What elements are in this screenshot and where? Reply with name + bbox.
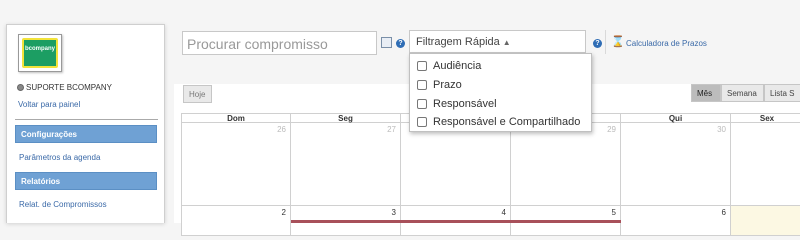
filter-option-label: Audiência [433,60,482,72]
filter-option-label: Responsável e Compartilhado [433,116,581,128]
checkbox[interactable] [417,61,427,71]
company-logo: bcompany [18,34,62,72]
appointments-report-link[interactable]: Relat. de Compromissos [19,200,107,209]
month-view-button[interactable]: Mês [691,84,721,102]
list-view-button[interactable]: Lista S [764,84,800,102]
today-button[interactable]: Hoje [183,85,212,103]
reports-section-header: Relatórios [15,172,157,190]
checkbox[interactable] [417,99,427,109]
filter-option-label: Prazo [433,79,462,91]
calendar-day[interactable]: 29 [511,123,621,206]
user-name: SUPORTE BCOMPANY [26,83,112,92]
filter-option-responsavel[interactable]: Responsável [417,97,497,111]
filter-option-label: Responsável [433,98,497,110]
config-section-header: Configurações [15,125,157,143]
filter-option-responsavel-compartilhado[interactable]: Responsável e Compartilhado [417,115,580,129]
calendar-day[interactable]: 6 [621,206,731,236]
deadline-calculator-link[interactable]: Calculadora de Prazos [626,39,707,48]
day-header: Qui [621,113,731,123]
user-status-icon [17,84,24,91]
calendar-day[interactable] [731,123,800,206]
calendar-day-today[interactable] [731,206,800,236]
checkbox[interactable] [417,117,427,127]
agenda-params-link[interactable]: Parâmetros da agenda [19,153,100,162]
toolbar-separator [605,30,606,54]
back-to-dashboard-link[interactable]: Voltar para painel [18,100,80,109]
hourglass-icon: ⌛ [611,36,625,48]
calendar-day[interactable]: 30 [621,123,731,206]
filter-option-prazo[interactable]: Prazo [417,78,462,92]
user-info: SUPORTE BCOMPANY [17,83,112,92]
caret-up-icon: ▲ [502,38,511,47]
sidebar: bcompany SUPORTE BCOMPANY Voltar para pa… [6,24,165,223]
calendar-day[interactable]: 26 [181,123,291,206]
quick-filter-dropdown: Audiência Prazo Responsável Responsável … [409,53,592,132]
quick-filter-label: Filtragem Rápida [416,36,500,48]
calendar-day[interactable]: 2 [181,206,291,236]
day-header: Dom [181,113,291,123]
filter-option-audiencia[interactable]: Audiência [417,59,481,73]
calendar-picker-icon[interactable] [381,37,392,48]
day-header: Seg [291,113,401,123]
divider [15,119,158,120]
search-input[interactable]: Procurar compromisso [182,31,377,55]
help-icon[interactable]: ? [396,39,405,48]
help-icon[interactable]: ? [593,39,602,48]
calendar-day[interactable] [401,123,511,206]
quick-filter-select[interactable]: Filtragem Rápida ▲ [409,30,586,53]
calendar-event[interactable] [291,220,621,223]
logo-text: bcompany [24,46,55,52]
week-view-button[interactable]: Semana [721,84,764,102]
calendar-day[interactable]: 27 [291,123,401,206]
day-header: Sex [731,113,800,123]
checkbox[interactable] [417,80,427,90]
